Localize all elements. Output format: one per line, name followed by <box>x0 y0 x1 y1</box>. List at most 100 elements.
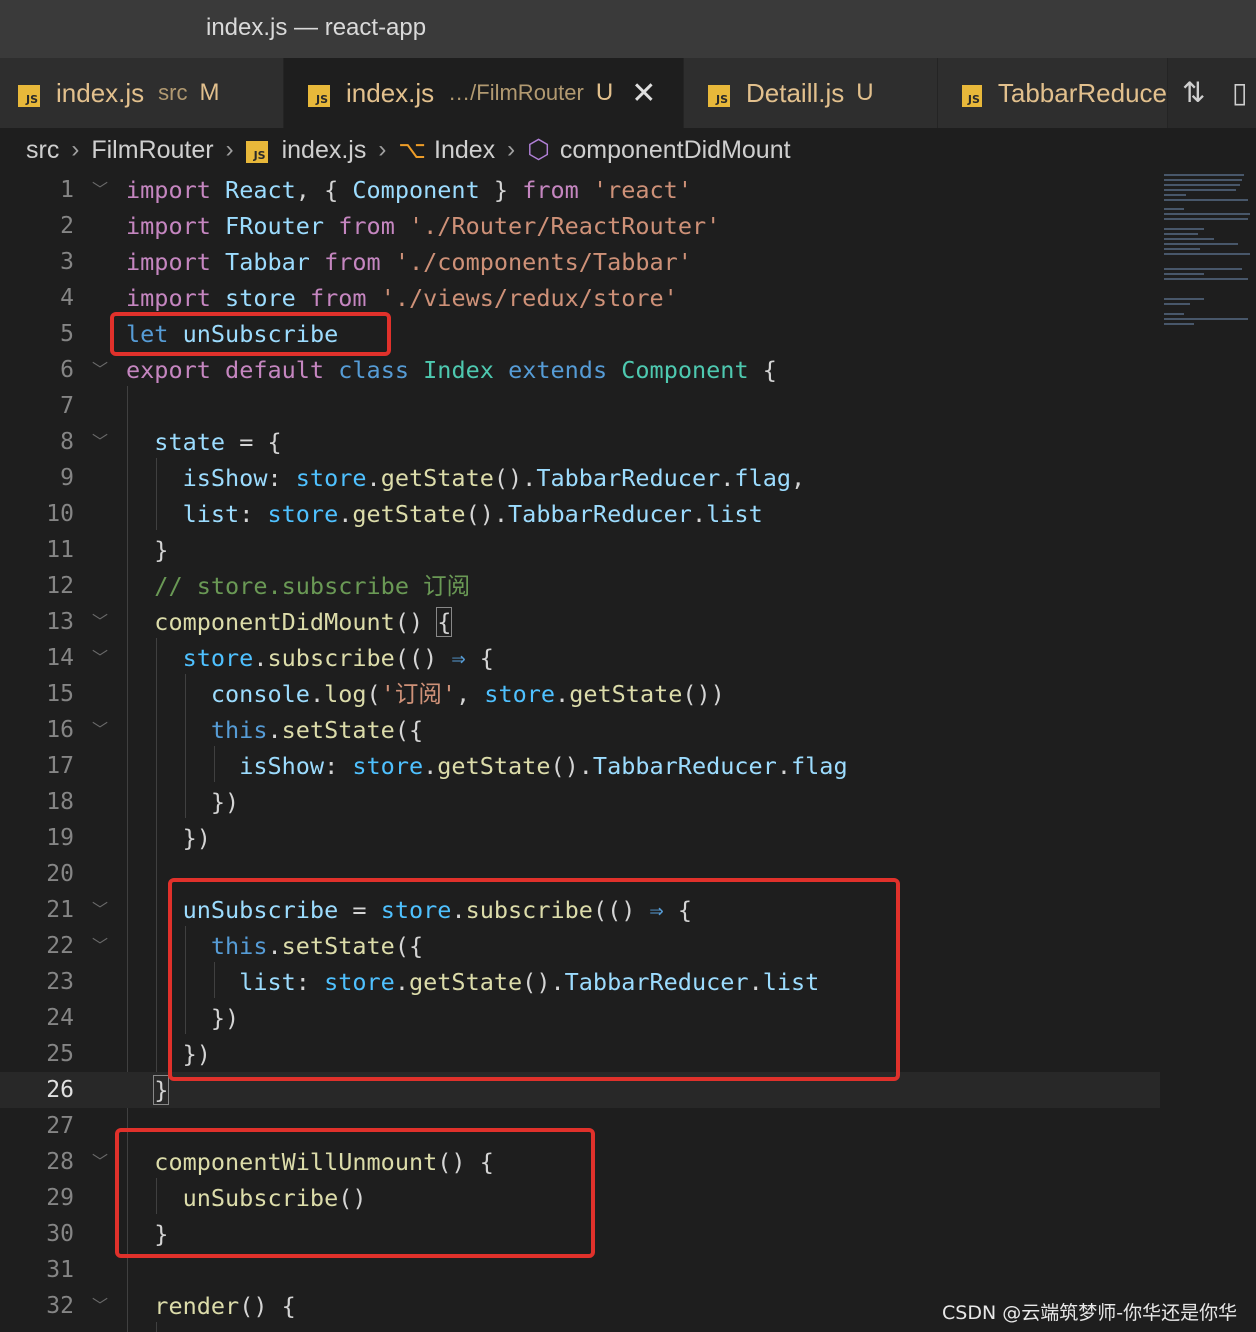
code-line-15[interactable]: 15 console.log('订阅', store.getState()) <box>0 676 1160 712</box>
highlight-box-unmount <box>115 1128 595 1258</box>
fold-chevron-icon[interactable]: ﹀ <box>92 172 108 208</box>
code-editor[interactable]: 1 ﹀ import React, { Component } from 're… <box>0 172 1256 1332</box>
line-number: 29 <box>46 1185 74 1211</box>
code-line-7[interactable]: 7 <box>0 388 1160 424</box>
code-text: console.log('订阅', store.getState()) <box>210 680 725 708</box>
line-number: 1 <box>60 177 74 203</box>
code-line-18[interactable]: 18 }) <box>0 784 1160 820</box>
code-text: import store from './views/redux/store' <box>126 284 678 312</box>
fold-chevron-icon[interactable]: ﹀ <box>92 604 108 640</box>
code-line-4[interactable]: 4 import store from './views/redux/store… <box>0 280 1160 316</box>
code-text: componentDidMount() { <box>154 607 453 637</box>
js-file-icon: JS <box>18 85 40 107</box>
code-text: import React, { Component } from 'react' <box>126 176 692 204</box>
line-number: 5 <box>60 321 74 347</box>
code-line-6[interactable]: 6 ﹀ export default class Index extends C… <box>0 352 1160 388</box>
chevron-right-icon: › <box>225 136 234 163</box>
code-line-13[interactable]: 13 ﹀ componentDidMount() { <box>0 604 1160 640</box>
tab-path: …/FilmRouter <box>448 80 584 105</box>
code-line-12[interactable]: 12 // store.subscribe 订阅 <box>0 568 1160 604</box>
code-line-8[interactable]: 8 ﹀ state = { <box>0 424 1160 460</box>
line-number: 30 <box>46 1221 74 1247</box>
method-symbol-icon: ⬡ <box>527 135 550 165</box>
line-number: 19 <box>46 825 74 851</box>
fold-chevron-icon[interactable]: ﹀ <box>92 712 108 748</box>
breadcrumb: src › FilmRouter › JS index.js › ⌥ Index… <box>0 128 1256 172</box>
highlight-box-subscribe <box>168 878 900 1081</box>
code-line-11[interactable]: 11 } <box>0 532 1160 568</box>
code-text: list: store.getState().TabbarReducer.lis… <box>182 500 763 528</box>
js-file-icon: JS <box>308 85 330 107</box>
fold-chevron-icon[interactable]: ﹀ <box>92 1288 108 1324</box>
line-number: 12 <box>46 573 74 599</box>
line-number: 27 <box>46 1113 74 1139</box>
code-text: render() { <box>154 1292 296 1320</box>
line-number: 15 <box>46 681 74 707</box>
code-line-10[interactable]: 10 list: store.getState().TabbarReducer.… <box>0 496 1160 532</box>
tab-path: src <box>158 80 188 105</box>
line-number: 14 <box>46 645 74 671</box>
class-symbol-icon: ⌥ <box>398 136 426 164</box>
code-text: import FRouter from './Router/ReactRoute… <box>126 212 721 240</box>
breadcrumb-method[interactable]: componentDidMount <box>560 136 791 165</box>
minimap[interactable] <box>1164 172 1252 342</box>
breadcrumb-src[interactable]: src <box>26 136 59 165</box>
line-number: 10 <box>46 501 74 527</box>
code-text: }) <box>210 788 240 816</box>
line-number: 31 <box>46 1257 74 1283</box>
js-file-icon: JS <box>962 85 982 107</box>
line-number: 32 <box>46 1293 74 1319</box>
line-number: 9 <box>60 465 74 491</box>
line-number: 26 <box>46 1077 74 1103</box>
code-line-3[interactable]: 3 import Tabbar from './components/Tabba… <box>0 244 1160 280</box>
tab-label: TabbarReduce <box>997 77 1167 108</box>
watermark: CSDN @云端筑梦师-你华还是你华 <box>942 1302 1238 1324</box>
line-number: 2 <box>60 213 74 239</box>
close-tab-icon[interactable]: ✕ <box>631 76 656 111</box>
fold-chevron-icon[interactable]: ﹀ <box>92 928 108 964</box>
line-number: 18 <box>46 789 74 815</box>
code-line-2[interactable]: 2 import FRouter from './Router/ReactRou… <box>0 208 1160 244</box>
code-text: this.setState({ <box>210 716 424 744</box>
code-line-9[interactable]: 9 isShow: store.getState().TabbarReducer… <box>0 460 1160 496</box>
tab-detaill-js[interactable]: JS Detaill.js U <box>684 58 938 128</box>
code-text: isShow: store.getState().TabbarReducer.f… <box>239 752 848 780</box>
fold-chevron-icon[interactable]: ﹀ <box>92 640 108 676</box>
highlight-box-let-unsubscribe <box>110 312 391 356</box>
code-line-16[interactable]: 16 ﹀ this.setState({ <box>0 712 1160 748</box>
line-number: 25 <box>46 1041 74 1067</box>
fold-chevron-icon[interactable]: ﹀ <box>92 352 108 388</box>
line-number: 20 <box>46 861 74 887</box>
code-text: import Tabbar from './components/Tabbar' <box>126 248 692 276</box>
fold-chevron-icon[interactable]: ﹀ <box>92 424 108 460</box>
code-line-14[interactable]: 14 ﹀ store.subscribe(() ⇒ { <box>0 640 1160 676</box>
tab-index-js-src[interactable]: JS index.js src M <box>0 58 284 128</box>
line-number: 11 <box>46 537 74 563</box>
tab-label: index.js <box>56 77 145 108</box>
code-line-1[interactable]: 1 ﹀ import React, { Component } from 're… <box>0 172 1160 208</box>
js-file-icon: JS <box>708 85 730 107</box>
code-text: state = { <box>154 428 282 456</box>
tab-label: Detaill.js <box>746 77 845 108</box>
breadcrumb-file[interactable]: index.js <box>282 136 367 165</box>
line-number: 16 <box>46 717 74 743</box>
breadcrumb-class[interactable]: Index <box>434 136 495 165</box>
js-file-icon: JS <box>245 141 268 163</box>
editor-tab-bar: JS index.js src M JS index.js …/FilmRout… <box>0 58 1256 128</box>
fold-chevron-icon[interactable]: ﹀ <box>92 892 108 928</box>
code-line-19[interactable]: 19 }) <box>0 820 1160 856</box>
split-editor-icon[interactable]: ▯ <box>1232 76 1247 109</box>
line-number: 21 <box>46 897 74 923</box>
tab-tabbarreducer[interactable]: JS TabbarReduce <box>938 58 1168 128</box>
tab-index-js-filmrouter[interactable]: JS index.js …/FilmRouter U ✕ <box>284 58 684 128</box>
breadcrumb-filmrouter[interactable]: FilmRouter <box>91 136 213 165</box>
fold-chevron-icon[interactable]: ﹀ <box>92 1144 108 1180</box>
code-text: } <box>153 1075 170 1105</box>
code-line-17[interactable]: 17 isShow: store.getState().TabbarReduce… <box>0 748 1160 784</box>
line-number: 28 <box>46 1149 74 1175</box>
chevron-right-icon: › <box>71 136 80 163</box>
git-compare-icon[interactable]: ⇅ <box>1182 76 1205 109</box>
line-number: 4 <box>60 285 74 311</box>
line-number: 22 <box>46 933 74 959</box>
title-bar: index.js — react-app <box>0 0 1256 59</box>
